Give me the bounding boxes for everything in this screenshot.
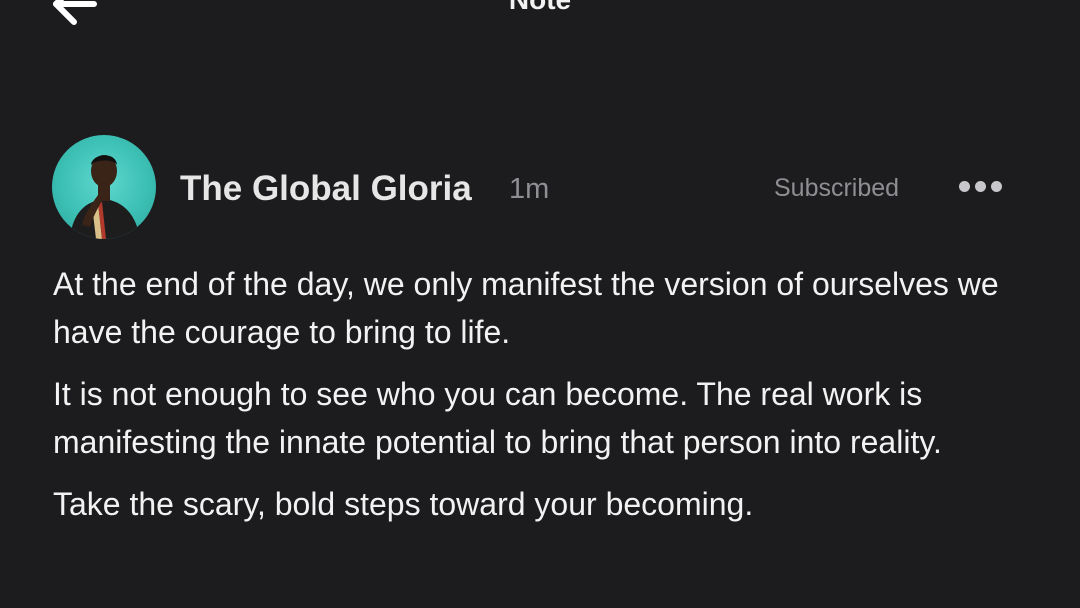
note-body: At the end of the day, we only manifest … <box>53 260 1043 542</box>
subscribed-button[interactable]: Subscribed <box>774 173 899 203</box>
post-time: 1m <box>509 173 550 205</box>
dot <box>991 181 1002 192</box>
avatar-portrait-icon <box>70 155 140 239</box>
dot <box>959 181 970 192</box>
note-paragraph: It is not enough to see who you can beco… <box>53 376 942 460</box>
page-title: Note <box>0 0 1080 14</box>
top-bar: Note <box>0 0 1080 40</box>
more-options-button[interactable] <box>955 175 1003 199</box>
author-name[interactable]: The Global Gloria <box>180 169 472 209</box>
avatar[interactable] <box>52 135 156 239</box>
note-paragraph: At the end of the day, we only manifest … <box>53 266 999 350</box>
dot <box>975 181 986 192</box>
note-paragraph: Take the scary, bold steps toward your b… <box>53 486 754 522</box>
note-header: The Global Gloria 1m Subscribed <box>52 135 1032 241</box>
